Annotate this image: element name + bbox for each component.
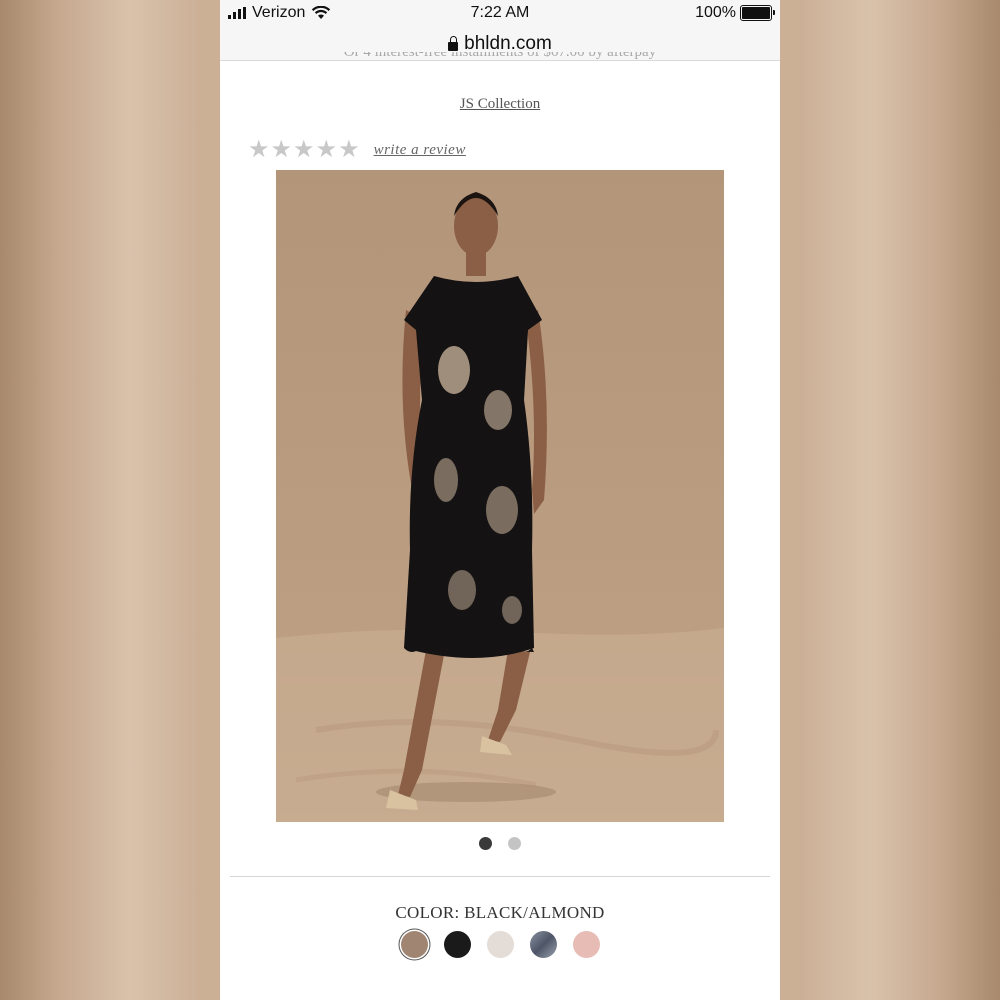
- star-icon: ★: [293, 137, 315, 163]
- carousel-dots: [220, 837, 780, 850]
- star-icon: ★: [338, 137, 360, 163]
- battery-percent: 100%: [695, 4, 736, 21]
- swatch-blush[interactable]: [572, 931, 600, 958]
- star-icon: ★: [248, 137, 270, 163]
- afterpay-text: Or 4 interest-free installments of $67.0…: [343, 52, 657, 60]
- star-rating[interactable]: ★ ★ ★ ★ ★: [248, 138, 360, 162]
- star-icon: ★: [270, 137, 293, 163]
- status-bar: Verizon 7:22 AM 100%: [220, 0, 780, 28]
- carousel-dot[interactable]: [479, 837, 492, 850]
- lock-icon: [448, 36, 459, 51]
- battery-icon: [740, 5, 775, 21]
- swatch-black[interactable]: [443, 931, 471, 958]
- color-label: COLOR: BLACK/ALMOND: [395, 903, 605, 922]
- battery-fill: [742, 7, 770, 19]
- star-icon: ★: [315, 137, 338, 163]
- dress-model-illustration: [276, 170, 724, 822]
- carousel-dot[interactable]: [508, 837, 521, 850]
- color-swatches: [220, 931, 780, 958]
- battery-group: 100%: [695, 4, 775, 22]
- divider: [230, 876, 770, 877]
- write-review-link[interactable]: write a review: [374, 142, 466, 159]
- swatch-ivory[interactable]: [486, 931, 514, 958]
- afterpay-installments-text: Or 4 interest-free installments of $67.0…: [220, 52, 780, 68]
- rating-row: ★ ★ ★ ★ ★ write a review: [248, 138, 466, 162]
- product-image[interactable]: [276, 170, 724, 822]
- swatch-blue-grey[interactable]: [529, 931, 557, 958]
- collection-link[interactable]: JS Collection: [220, 96, 780, 113]
- phone-screen: Verizon 7:22 AM 100% bhldn.com Or 4 inte…: [220, 0, 780, 1000]
- swatch-tan[interactable]: [400, 931, 428, 958]
